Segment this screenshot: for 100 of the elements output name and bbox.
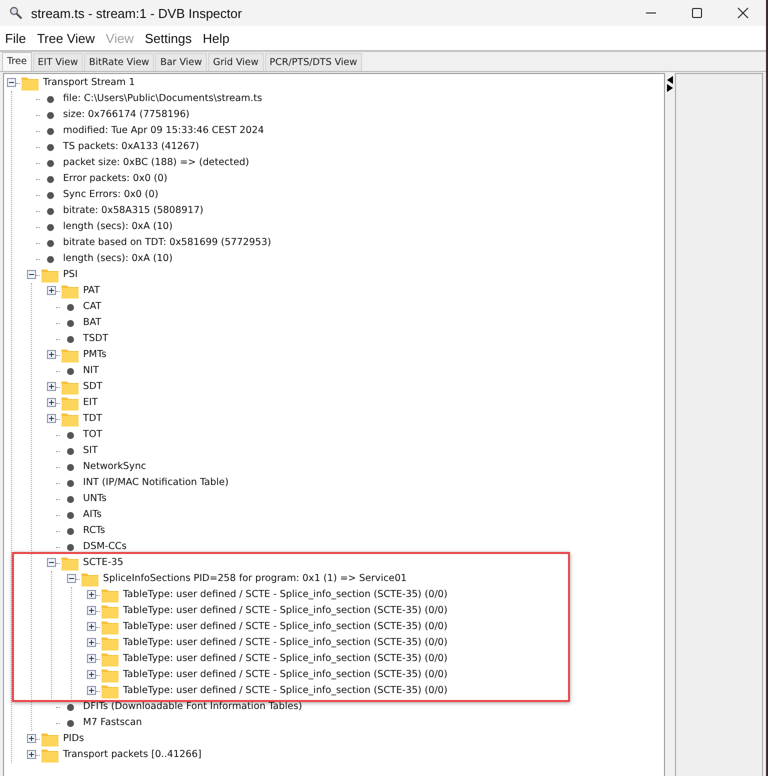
collapse-icon[interactable] bbox=[27, 270, 36, 279]
tree-item[interactable]: PMTs bbox=[83, 347, 106, 363]
tree-item[interactable]: TOT bbox=[83, 427, 102, 443]
expand-icon[interactable] bbox=[87, 622, 96, 631]
tree-item[interactable]: PAT bbox=[83, 283, 100, 299]
bullet-icon bbox=[46, 192, 54, 198]
tree-item[interactable]: INT (IP/MAC Notification Table) bbox=[83, 475, 229, 491]
tree-item[interactable]: TableType: user defined / SCTE - Splice_info_section (SCTE-35) (0/0) bbox=[123, 635, 448, 651]
bullet-icon bbox=[66, 464, 74, 470]
folder-icon bbox=[61, 347, 79, 363]
tree-item[interactable]: UNTs bbox=[83, 491, 106, 507]
tree-item[interactable]: BAT bbox=[83, 315, 102, 331]
expand-icon[interactable] bbox=[87, 638, 96, 647]
tree-item[interactable]: TableType: user defined / SCTE - Splice_info_section (SCTE-35) (0/0) bbox=[123, 587, 448, 603]
expand-icon[interactable] bbox=[87, 590, 96, 599]
collapse-icon[interactable] bbox=[67, 574, 76, 583]
tree-item[interactable]: SpliceInfoSections PID=258 for program: 0x1 (1) => Service01 bbox=[103, 571, 407, 587]
tree-item[interactable]: TableType: user defined / SCTE - Splice_info_section (SCTE-35) (0/0) bbox=[123, 603, 448, 619]
tree-item[interactable]: TableType: user defined / SCTE - Splice_info_section (SCTE-35) (0/0) bbox=[123, 651, 448, 667]
tree-item[interactable]: packet size: 0xBC (188) => (detected) bbox=[63, 155, 250, 171]
tree-item[interactable]: SDT bbox=[83, 379, 102, 395]
menu-item[interactable]: Tree View bbox=[32, 30, 101, 46]
tree-item[interactable]: DFITs (Downloadable Font Information Tables) bbox=[83, 699, 302, 715]
bullet-icon bbox=[66, 720, 74, 726]
tree-item[interactable]: TDT bbox=[83, 411, 102, 427]
tree-item[interactable]: NIT bbox=[83, 363, 99, 379]
expand-icon[interactable] bbox=[87, 654, 96, 663]
tree-item[interactable]: AITs bbox=[83, 507, 102, 523]
expand-right-icon[interactable] bbox=[667, 84, 673, 92]
tree-item[interactable]: modified: Tue Apr 09 15:33:46 CEST 2024 bbox=[63, 123, 264, 139]
bullet-icon bbox=[46, 240, 54, 246]
tree-item[interactable]: length (secs): 0xA (10) bbox=[63, 251, 173, 267]
folder-icon bbox=[41, 267, 59, 283]
bullet-icon bbox=[46, 208, 54, 214]
tab[interactable]: BitRate View bbox=[84, 53, 154, 71]
tree-item[interactable]: EIT bbox=[83, 395, 98, 411]
tab[interactable]: PCR/PTS/DTS View bbox=[264, 53, 362, 71]
bullet-icon bbox=[46, 224, 54, 230]
tree-item[interactable]: CAT bbox=[83, 299, 102, 315]
tab[interactable]: EIT View bbox=[32, 53, 83, 71]
expand-icon[interactable] bbox=[47, 350, 56, 359]
tree-item[interactable]: TS packets: 0xA133 (41267) bbox=[63, 139, 200, 155]
expand-icon[interactable] bbox=[87, 686, 96, 695]
collapse-icon[interactable] bbox=[47, 558, 56, 567]
tree-item[interactable]: PSI bbox=[63, 267, 78, 283]
bullet-icon bbox=[66, 304, 74, 310]
bullet-icon bbox=[66, 368, 74, 374]
bullet-icon bbox=[66, 528, 74, 534]
folder-icon bbox=[101, 667, 119, 683]
tree-item[interactable]: RCTs bbox=[83, 523, 106, 539]
folder-icon bbox=[81, 571, 99, 587]
bullet-icon bbox=[66, 448, 74, 454]
tab[interactable]: Tree bbox=[2, 52, 32, 71]
window-title: stream.ts - stream:1 - DVB Inspector bbox=[31, 6, 243, 20]
bullet-icon bbox=[46, 160, 54, 166]
tree-item[interactable]: length (secs): 0xA (10) bbox=[63, 219, 173, 235]
bullet-icon bbox=[66, 512, 74, 518]
tree-item[interactable]: Transport Stream 1 bbox=[43, 75, 135, 91]
collapse-icon[interactable] bbox=[7, 78, 16, 87]
expand-icon[interactable] bbox=[87, 670, 96, 679]
tree-item[interactable]: TableType: user defined / SCTE - Splice_info_section (SCTE-35) (0/0) bbox=[123, 667, 448, 683]
tree-item[interactable]: NetworkSync bbox=[83, 459, 146, 475]
tree-item[interactable]: file: C:\Users\Public\Documents\stream.ts bbox=[63, 91, 262, 107]
menu-item[interactable]: Settings bbox=[140, 30, 198, 46]
expand-icon[interactable] bbox=[47, 382, 56, 391]
tab[interactable]: Bar View bbox=[155, 53, 208, 71]
folder-icon bbox=[101, 587, 119, 603]
tree-item[interactable]: Sync Errors: 0x0 (0) bbox=[63, 187, 158, 203]
tree-item[interactable]: bitrate based on TDT: 0x581699 (5772953) bbox=[63, 235, 272, 251]
expand-icon[interactable] bbox=[27, 750, 36, 759]
tree-item[interactable]: SIT bbox=[83, 443, 98, 459]
tree-item[interactable]: Transport packets [0..41266] bbox=[63, 747, 202, 763]
expand-icon[interactable] bbox=[47, 286, 56, 295]
tree-item[interactable]: Error packets: 0x0 (0) bbox=[63, 171, 168, 187]
tree-item[interactable]: SCTE-35 bbox=[83, 555, 124, 571]
tree-item[interactable]: size: 0x766174 (7758196) bbox=[63, 107, 190, 123]
bullet-icon bbox=[46, 128, 54, 134]
tree-item[interactable]: DSM-CCs bbox=[83, 539, 127, 555]
maximize-icon[interactable] bbox=[691, 7, 703, 19]
collapse-left-icon[interactable] bbox=[667, 76, 673, 84]
tree-item[interactable]: TSDT bbox=[83, 331, 108, 347]
menu-item[interactable]: File bbox=[0, 30, 32, 46]
tree-item[interactable]: bitrate: 0x58A315 (5808917) bbox=[63, 203, 204, 219]
menu-item[interactable]: Help bbox=[198, 30, 236, 46]
tree-item[interactable]: PIDs bbox=[63, 731, 84, 747]
folder-icon bbox=[41, 747, 59, 763]
tree-item[interactable]: M7 Fastscan bbox=[83, 715, 142, 731]
bullet-icon bbox=[46, 112, 54, 118]
bullet-icon bbox=[66, 544, 74, 550]
folder-icon bbox=[61, 395, 79, 411]
tab[interactable]: Grid View bbox=[208, 53, 264, 71]
close-icon[interactable] bbox=[737, 7, 749, 19]
tree-item[interactable]: TableType: user defined / SCTE - Splice_info_section (SCTE-35) (0/0) bbox=[123, 619, 448, 635]
tree-item[interactable]: TableType: user defined / SCTE - Splice_info_section (SCTE-35) (0/0) bbox=[123, 683, 448, 699]
expand-icon[interactable] bbox=[87, 606, 96, 615]
bullet-icon bbox=[46, 176, 54, 182]
expand-icon[interactable] bbox=[47, 398, 56, 407]
expand-icon[interactable] bbox=[27, 734, 36, 743]
expand-icon[interactable] bbox=[47, 414, 56, 423]
folder-icon bbox=[21, 75, 39, 91]
